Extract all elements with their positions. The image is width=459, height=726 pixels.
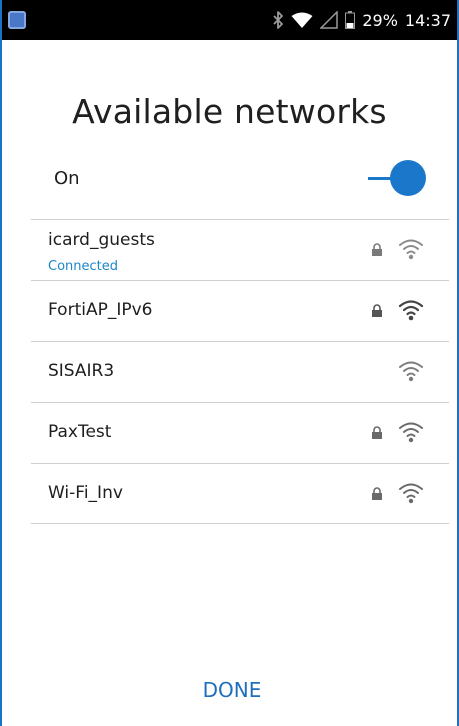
network-ssid: PaxTest <box>48 422 112 442</box>
network-status: Connected <box>48 259 119 274</box>
network-item-fortiap-ipv6[interactable]: FortiAP_IPv6 <box>31 280 449 341</box>
wifi-toggle-switch[interactable] <box>368 158 428 200</box>
app-notification-icon <box>8 11 26 29</box>
cell-signal-icon <box>320 11 339 29</box>
battery-icon <box>345 11 356 29</box>
lock-icon <box>371 303 383 322</box>
toggle-thumb[interactable] <box>390 160 426 196</box>
wifi-toggle-label: On <box>54 168 80 189</box>
wifi-signal-strength-icon <box>397 481 425 509</box>
wifi-signal-icon <box>291 11 313 29</box>
network-item-sisair3[interactable]: SISAIR3 <box>31 341 449 402</box>
wifi-signal-strength-icon <box>397 237 425 265</box>
lock-icon <box>371 242 383 261</box>
lock-icon <box>371 486 383 505</box>
network-item-paxtest[interactable]: PaxTest <box>31 402 449 463</box>
wifi-signal-strength-icon <box>397 420 425 448</box>
network-item-icard-guests[interactable]: icard_guests Connected <box>31 219 449 280</box>
status-bar: 29% 14:37 <box>2 0 457 40</box>
done-button[interactable]: DONE <box>162 670 302 710</box>
network-ssid: SISAIR3 <box>48 361 115 381</box>
wifi-dialog-screen: 29% 14:37 Available networks On icard_gu… <box>0 0 459 726</box>
lock-icon <box>371 425 383 444</box>
network-ssid: icard_guests <box>48 230 155 250</box>
network-ssid: FortiAP_IPv6 <box>48 300 153 320</box>
bluetooth-icon <box>272 11 284 29</box>
clock: 14:37 <box>404 10 451 30</box>
battery-percent: 29% <box>362 10 398 30</box>
network-list: icard_guests Connected FortiAP_IPv6 SISA… <box>31 219 449 524</box>
status-icons: 29% 14:37 <box>272 0 451 40</box>
wifi-signal-strength-icon <box>397 298 425 326</box>
wifi-toggle-row[interactable]: On <box>2 150 457 210</box>
dialog-title: Available networks <box>72 92 387 131</box>
wifi-signal-strength-icon <box>397 359 425 387</box>
network-item-wi-fi-inv[interactable]: Wi-Fi_Inv <box>31 463 449 524</box>
network-ssid: Wi-Fi_Inv <box>48 483 123 503</box>
